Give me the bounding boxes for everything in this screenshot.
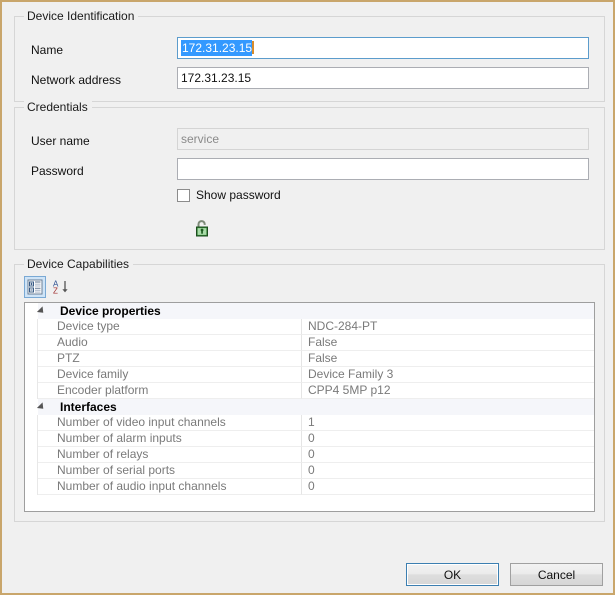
property-grid-gutter [25, 383, 38, 399]
property-category-row[interactable]: Interfaces [25, 399, 594, 415]
property-row[interactable]: Number of alarm inputs 0 [25, 431, 594, 447]
property-value[interactable]: NDC-284-PT [302, 319, 594, 335]
property-grid-toolbar: A Z [24, 276, 72, 298]
property-row[interactable]: Device family Device Family 3 [25, 367, 594, 383]
property-value[interactable]: 0 [302, 447, 594, 463]
property-category-row[interactable]: Device properties [25, 303, 594, 319]
property-grid-gutter [25, 431, 38, 447]
property-name: Number of audio input channels [38, 479, 302, 495]
property-value[interactable]: 0 [302, 479, 594, 495]
text-caret [252, 41, 255, 54]
device-identification-group: Device Identification Name 172.31.23.15 … [14, 9, 605, 102]
network-address-label: Network address [31, 73, 122, 87]
property-category-label: Interfaces [60, 400, 117, 414]
property-row[interactable]: Number of video input channels 1 [25, 415, 594, 431]
property-row[interactable]: Number of audio input channels 0 [25, 479, 594, 495]
sort-alphabetical-icon[interactable]: A Z [50, 276, 72, 298]
username-input[interactable]: service [177, 128, 589, 150]
categorized-view-icon[interactable] [24, 276, 46, 298]
property-value[interactable]: 1 [302, 415, 594, 431]
property-name: Audio [38, 335, 302, 351]
property-row[interactable]: Audio False [25, 335, 594, 351]
credentials-legend: Credentials [24, 100, 92, 114]
property-grid-gutter [25, 319, 38, 335]
property-value[interactable]: 0 [302, 463, 594, 479]
property-value[interactable]: False [302, 351, 594, 367]
ok-button[interactable]: OK [406, 563, 499, 586]
property-grid-gutter [25, 415, 38, 431]
property-name: Number of relays [38, 447, 302, 463]
device-capabilities-property-grid[interactable]: Device properties Device type NDC-284-PT Au… [24, 302, 595, 512]
network-address-value: 172.31.23.15 [181, 71, 252, 85]
property-grid-gutter [25, 463, 38, 479]
property-grid-gutter [25, 479, 38, 495]
property-name: PTZ [38, 351, 302, 367]
property-value[interactable]: 0 [302, 431, 594, 447]
username-value: service [181, 132, 220, 146]
property-row[interactable]: Encoder platform CPP4 5MP p12 [25, 383, 594, 399]
cancel-button[interactable]: Cancel [510, 563, 603, 586]
expander-triangle-icon[interactable] [36, 306, 47, 316]
property-name: Device type [38, 319, 302, 335]
property-grid-gutter [25, 351, 38, 367]
property-grid-gutter [25, 335, 38, 351]
property-value[interactable]: False [302, 335, 594, 351]
password-label: Password [31, 164, 84, 178]
username-label: User name [31, 134, 90, 148]
device-configuration-dialog: Device Identification Name 172.31.23.15 … [0, 0, 615, 595]
property-name: Device family [38, 367, 302, 383]
device-capabilities-legend: Device Capabilities [24, 257, 134, 271]
property-value[interactable]: CPP4 5MP p12 [302, 383, 594, 399]
property-grid-gutter [25, 447, 38, 463]
checkbox-box [177, 188, 190, 202]
expander-triangle-icon[interactable] [36, 402, 47, 412]
credentials-group: Credentials User name service Password S… [14, 100, 605, 344]
network-address-input[interactable]: 172.31.23.15 [177, 67, 589, 89]
name-label: Name [31, 43, 64, 57]
password-input[interactable] [177, 158, 589, 180]
property-name: Number of serial ports [38, 463, 302, 479]
property-row[interactable]: PTZ False [25, 351, 594, 367]
name-input[interactable]: 172.31.23.15 [177, 37, 589, 59]
property-row[interactable]: Number of serial ports 0 [25, 463, 594, 479]
property-name: Number of video input channels [38, 415, 302, 431]
property-value[interactable]: Device Family 3 [302, 367, 594, 383]
name-input-value: 172.31.23.15 [181, 40, 253, 56]
property-name: Number of alarm inputs [38, 431, 302, 447]
unlocked-padlock-icon [193, 219, 211, 237]
ok-button-label: OK [443, 567, 462, 582]
svg-text:Z: Z [53, 287, 58, 296]
show-password-checkbox[interactable]: Show password [177, 188, 281, 202]
property-category-label: Device properties [60, 304, 161, 318]
property-row[interactable]: Device type NDC-284-PT [25, 319, 594, 335]
property-row[interactable]: Number of relays 0 [25, 447, 594, 463]
property-grid-gutter [25, 367, 38, 383]
cancel-button-label: Cancel [537, 567, 576, 582]
show-password-label: Show password [196, 188, 281, 202]
property-name: Encoder platform [38, 383, 302, 399]
device-identification-legend: Device Identification [24, 9, 139, 23]
